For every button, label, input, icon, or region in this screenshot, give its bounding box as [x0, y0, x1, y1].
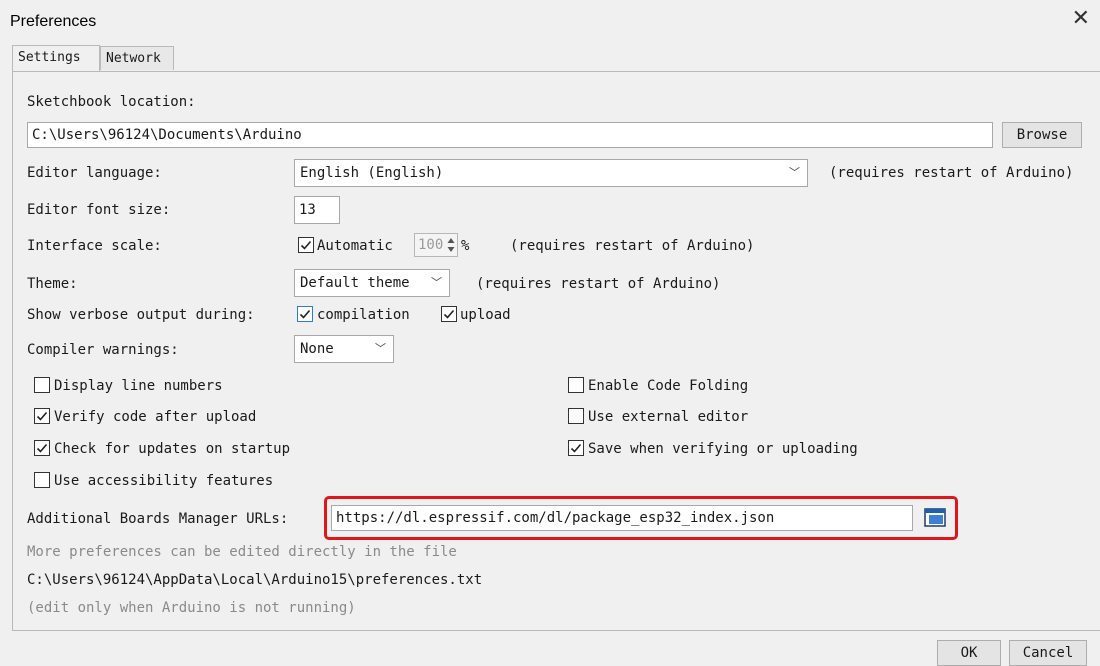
scale-value: 100 [418, 237, 444, 253]
code-folding-label[interactable]: Enable Code Folding [588, 378, 748, 394]
spinner-arrows-icon[interactable] [447, 236, 455, 254]
editor-language-label: Editor language: [27, 165, 162, 181]
close-icon[interactable]: ✕ [1072, 8, 1090, 30]
sketchbook-location-input[interactable]: C:\Users\96124\Documents\Arduino [27, 122, 993, 148]
compiler-warnings-label: Compiler warnings: [27, 342, 179, 358]
url-highlight-box [324, 496, 958, 540]
theme-label: Theme: [27, 276, 78, 292]
compiler-warnings-select[interactable]: None ﹀ [294, 335, 394, 363]
check-icon [299, 309, 311, 319]
theme-note: (requires restart of Arduino) [476, 276, 721, 292]
preferences-file-path: C:\Users\96124\AppData\Local\Arduino15\p… [27, 572, 483, 588]
compiler-warnings-value: None [300, 341, 334, 357]
chevron-down-icon: ﹀ [431, 276, 442, 289]
check-icon [36, 411, 48, 421]
compilation-label[interactable]: compilation [317, 307, 410, 323]
verify-after-upload-label[interactable]: Verify code after upload [54, 409, 256, 425]
external-editor-checkbox[interactable] [568, 408, 584, 424]
chevron-down-icon: ﹀ [375, 342, 386, 355]
display-line-numbers-label[interactable]: Display line numbers [54, 378, 223, 394]
check-icon [36, 443, 48, 453]
more-preferences-note: More preferences can be edited directly … [27, 544, 457, 560]
check-icon [443, 309, 455, 319]
boards-manager-label: Additional Boards Manager URLs: [27, 511, 289, 527]
window-title: Preferences [10, 13, 97, 30]
automatic-label[interactable]: Automatic [317, 238, 393, 254]
external-editor-label[interactable]: Use external editor [588, 409, 748, 425]
check-updates-label[interactable]: Check for updates on startup [54, 441, 290, 457]
tab-settings[interactable]: Settings [12, 45, 100, 71]
tab-network[interactable]: Network [100, 46, 174, 70]
display-line-numbers-checkbox[interactable] [34, 377, 50, 393]
save-when-verifying-checkbox[interactable] [568, 440, 584, 456]
font-size-input[interactable]: 13 [294, 196, 340, 224]
theme-select[interactable]: Default theme ﹀ [294, 269, 450, 297]
sketchbook-label: Sketchbook location: [27, 94, 196, 110]
editor-language-value: English (English) [300, 165, 444, 181]
automatic-checkbox[interactable] [298, 237, 314, 253]
edit-note: (edit only when Arduino is not running) [27, 600, 356, 616]
accessibility-checkbox[interactable] [34, 472, 50, 488]
check-updates-checkbox[interactable] [34, 440, 50, 456]
upload-checkbox[interactable] [441, 306, 457, 322]
editor-language-select[interactable]: English (English) ﹀ [294, 159, 808, 187]
font-size-label: Editor font size: [27, 202, 171, 218]
check-icon [300, 240, 312, 250]
code-folding-checkbox[interactable] [568, 377, 584, 393]
scale-unit: % [461, 238, 470, 254]
upload-label[interactable]: upload [460, 307, 511, 323]
interface-scale-note: (requires restart of Arduino) [510, 238, 755, 254]
check-icon [570, 443, 582, 453]
compilation-checkbox[interactable] [297, 306, 313, 322]
verify-after-upload-checkbox[interactable] [34, 408, 50, 424]
accessibility-label[interactable]: Use accessibility features [54, 473, 273, 489]
theme-value: Default theme [300, 275, 410, 291]
save-when-verifying-label[interactable]: Save when verifying or uploading [588, 441, 858, 457]
chevron-down-icon: ﹀ [789, 166, 800, 179]
scale-spinner[interactable]: 100 [414, 233, 458, 257]
ok-button[interactable]: OK [937, 640, 1001, 666]
browse-button[interactable]: Browse [1002, 122, 1082, 148]
verbose-label: Show verbose output during: [27, 307, 255, 323]
interface-scale-label: Interface scale: [27, 238, 162, 254]
cancel-button[interactable]: Cancel [1009, 640, 1087, 666]
editor-language-note: (requires restart of Arduino) [829, 165, 1074, 181]
